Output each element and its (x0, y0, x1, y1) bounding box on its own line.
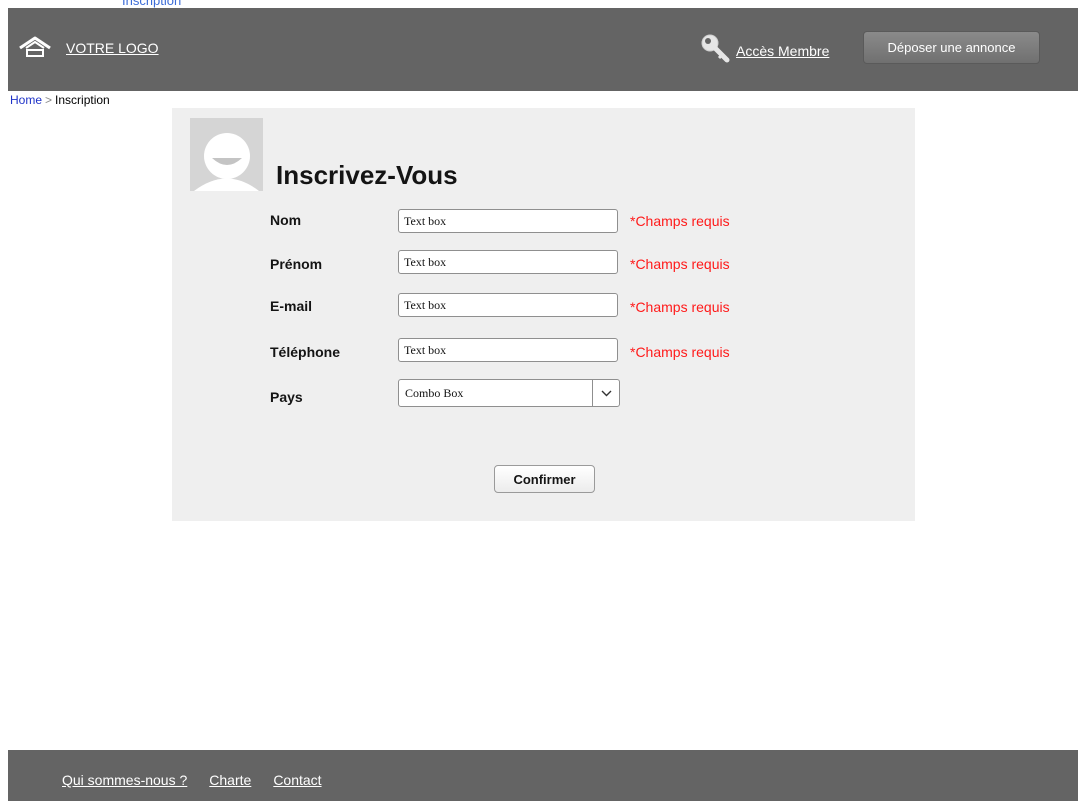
prenom-required-note: *Champs requis (630, 256, 730, 272)
key-icon (700, 33, 730, 63)
breadcrumb-current: Inscription (55, 93, 110, 107)
top-clipped-text: Inscription (0, 0, 1078, 8)
avatar-placeholder-icon (190, 118, 263, 191)
clipped-breadcrumb-text: Inscription (122, 0, 182, 8)
footer-link-about[interactable]: Qui sommes-nous ? (62, 772, 187, 788)
prenom-input[interactable] (398, 250, 618, 274)
email-label: E-mail (270, 298, 313, 314)
page-title: Inscrivez-Vous (276, 160, 458, 190)
footer-link-charter[interactable]: Charte (209, 772, 251, 788)
chevron-down-icon[interactable] (592, 380, 619, 406)
prenom-label: Prénom (270, 256, 323, 272)
breadcrumb: Home > Inscription (10, 93, 110, 107)
breadcrumb-separator: > (45, 93, 53, 107)
logo-link[interactable]: VOTRE LOGO (18, 36, 159, 60)
home-icon (18, 36, 52, 60)
nom-input[interactable] (398, 209, 618, 233)
country-select-value: Combo Box (405, 385, 464, 400)
email-input[interactable] (398, 293, 618, 317)
breadcrumb-home-link[interactable]: Home (10, 93, 42, 107)
member-access-label: Accès Membre (736, 43, 830, 59)
footer-link-contact[interactable]: Contact (273, 772, 321, 788)
registration-panel: Inscrivez-Vous Nom *Champs requis Prénom… (172, 108, 915, 521)
post-ad-button[interactable]: Déposer une annonce (863, 31, 1040, 64)
telephone-label: Téléphone (270, 344, 341, 360)
telephone-input[interactable] (398, 338, 618, 362)
nom-required-note: *Champs requis (630, 213, 730, 229)
confirm-button[interactable]: Confirmer (494, 465, 595, 493)
header-bar: VOTRE LOGO Accès Membre Déposer une anno… (8, 8, 1078, 91)
email-required-note: *Champs requis (630, 299, 730, 315)
footer-links: Qui sommes-nous ? Charte Contact (62, 772, 322, 788)
country-select[interactable]: Combo Box (398, 379, 620, 407)
nom-label: Nom (270, 212, 302, 228)
telephone-required-note: *Champs requis (630, 344, 730, 360)
logo-text: VOTRE LOGO (66, 40, 159, 56)
footer-bar: Qui sommes-nous ? Charte Contact (8, 750, 1078, 801)
member-access-link[interactable]: Accès Membre (700, 33, 829, 63)
pays-label: Pays (270, 389, 303, 405)
